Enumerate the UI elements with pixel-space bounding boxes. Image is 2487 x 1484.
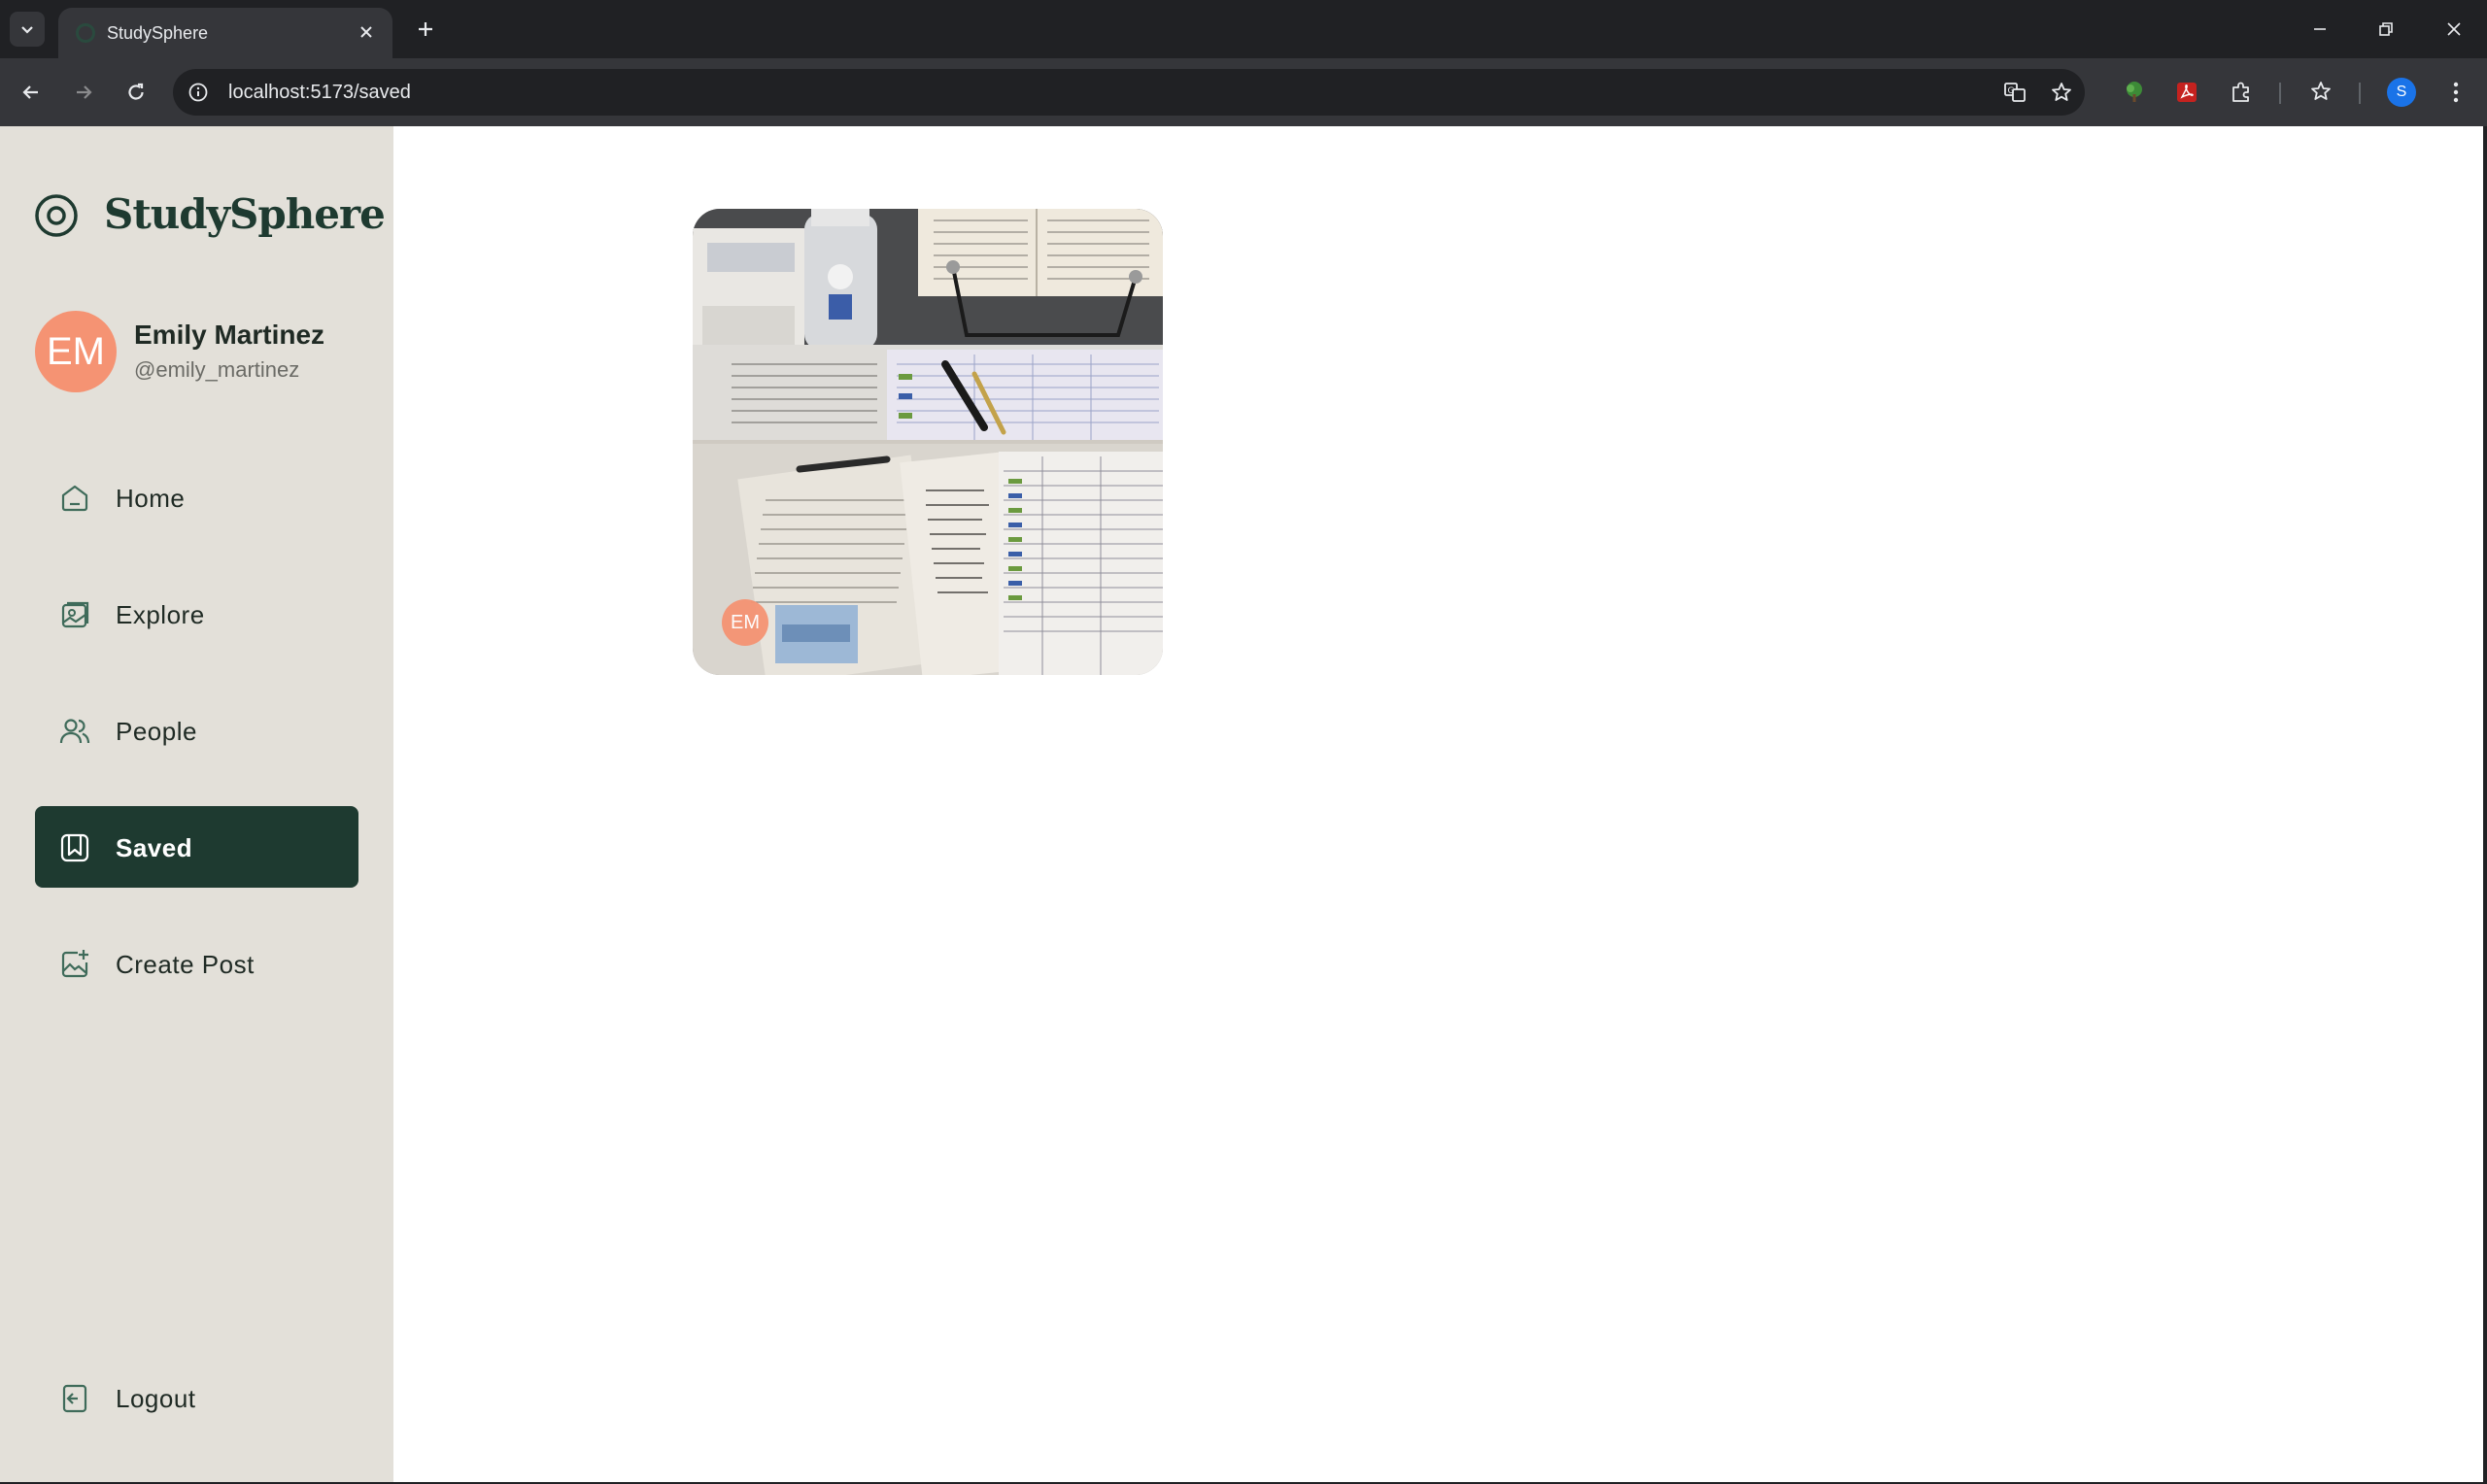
nav-label-home: Home xyxy=(116,484,186,513)
logout-button[interactable]: Logout xyxy=(35,1357,358,1438)
image-gallery-icon xyxy=(61,601,89,628)
nav-item-people[interactable]: People xyxy=(35,690,358,771)
close-icon xyxy=(2447,22,2461,36)
logout-icon xyxy=(62,1384,87,1413)
tab-close-button[interactable] xyxy=(354,19,379,45)
puzzle-icon xyxy=(2232,82,2249,102)
browser-toolbar: localhost:5173/saved G S xyxy=(0,58,2487,126)
logo-icon xyxy=(35,194,78,237)
nav-label-people: People xyxy=(116,717,197,746)
translate-icon: G xyxy=(2004,83,2026,102)
info-circle-icon xyxy=(188,83,208,102)
close-icon xyxy=(360,26,372,38)
forward-button[interactable] xyxy=(64,73,103,112)
extension-pdf-button[interactable] xyxy=(2170,76,2203,109)
browser-profile-avatar[interactable]: S xyxy=(2387,78,2416,107)
toolbar-separator xyxy=(2359,83,2361,104)
restore-window-button[interactable] xyxy=(2361,8,2411,51)
nav-item-create-post[interactable]: Create Post xyxy=(35,923,358,1004)
home-icon xyxy=(61,485,88,512)
nav-label-explore: Explore xyxy=(116,600,205,629)
nav-item-saved[interactable]: Saved xyxy=(35,806,358,888)
sidebar: StudySphere EM Emily Martinez @emily_mar… xyxy=(0,126,393,1482)
close-window-button[interactable] xyxy=(2429,8,2479,51)
people-icon xyxy=(59,719,90,744)
add-image-icon xyxy=(61,950,88,978)
new-tab-button[interactable] xyxy=(408,12,443,47)
chevron-down-icon xyxy=(21,26,33,34)
translate-button[interactable]: G xyxy=(2001,79,2028,106)
tab-favicon-icon xyxy=(76,23,95,43)
user-avatar[interactable]: EM xyxy=(35,311,117,392)
bookmark-icon xyxy=(60,833,89,862)
study-desk-notes-photo xyxy=(693,209,1163,675)
address-bar[interactable]: localhost:5173/saved G xyxy=(173,69,2085,116)
tab-title: StudySphere xyxy=(107,23,209,43)
nav-item-home[interactable]: Home xyxy=(35,456,358,538)
nav-item-explore[interactable]: Explore xyxy=(35,573,358,655)
saved-post-card[interactable]: EM xyxy=(693,209,1163,675)
minimize-icon xyxy=(2314,28,2326,30)
browser-tab-active[interactable]: StudySphere xyxy=(58,8,392,58)
arrow-right-icon xyxy=(77,85,92,99)
browser-tab-bar: StudySphere xyxy=(0,0,2487,58)
site-info-button[interactable] xyxy=(187,81,210,104)
app-viewport: StudySphere EM Emily Martinez @emily_mar… xyxy=(0,126,2483,1482)
nav-label-saved: Saved xyxy=(116,833,193,862)
nav-label-create-post: Create Post xyxy=(116,950,255,979)
brand-name[interactable]: StudySphere xyxy=(104,190,386,238)
star-list-icon xyxy=(2311,82,2331,100)
arrow-left-icon xyxy=(22,85,38,99)
restore-icon xyxy=(2379,22,2393,36)
plus-icon xyxy=(419,22,432,36)
reload-button[interactable] xyxy=(117,73,155,112)
user-name[interactable]: Emily Martinez xyxy=(134,320,324,351)
browser-menu-button[interactable] xyxy=(2439,76,2472,109)
star-icon xyxy=(2052,83,2071,101)
toolbar-separator xyxy=(2279,83,2281,104)
url-text[interactable]: localhost:5173/saved xyxy=(228,82,411,104)
tab-search-button[interactable] xyxy=(10,12,45,47)
bookmarks-button[interactable] xyxy=(2304,76,2337,109)
svg-text:G: G xyxy=(2008,86,2015,96)
back-button[interactable] xyxy=(12,73,51,112)
minimize-window-button[interactable] xyxy=(2295,8,2345,51)
extension-tree-button[interactable] xyxy=(2118,76,2151,109)
pdf-extension-icon xyxy=(2177,83,2197,102)
post-author-avatar[interactable]: EM xyxy=(722,599,768,646)
bookmark-star-button[interactable] xyxy=(2048,79,2075,106)
user-handle: @emily_martinez xyxy=(134,357,300,382)
tree-extension-icon xyxy=(2127,82,2142,102)
reload-icon xyxy=(128,83,144,100)
extensions-menu-button[interactable] xyxy=(2225,76,2258,109)
logout-label: Logout xyxy=(116,1384,196,1413)
kebab-menu-icon xyxy=(2453,82,2459,103)
